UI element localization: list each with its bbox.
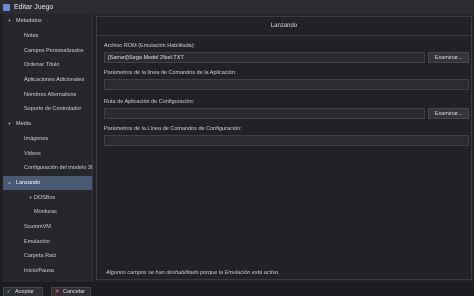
accept-button[interactable]: ✔ Aceptar xyxy=(3,287,43,296)
chevron-up-icon[interactable]: ▴ xyxy=(6,180,13,186)
sidebar-item-9[interactable]: Videos xyxy=(3,146,92,161)
accept-label: Aceptar xyxy=(15,289,34,295)
chevron-down-icon[interactable]: ▾ xyxy=(27,195,34,201)
check-icon: ✔ xyxy=(6,289,12,295)
rom-browse-button[interactable]: Examinar... xyxy=(428,52,469,63)
sidebar-item-label: Carpeta Raíz xyxy=(24,253,57,260)
sidebar-tree: ▾ Metadatos Notas Campos Personalizados Orde… xyxy=(3,14,93,282)
sidebar-item-16[interactable]: Carpeta Raíz xyxy=(3,249,92,264)
sidebar-item-label: Soporte de Controlador xyxy=(24,106,82,113)
sidebar-item-4[interactable]: Aplicaciones Adicionales xyxy=(3,73,92,88)
config-browse-button[interactable]: Examinar... xyxy=(428,108,469,119)
sidebar-item-3[interactable]: Ordenar Título xyxy=(3,58,92,73)
rom-file-value: [Sarran]\Sega Model 2\bel.TXT xyxy=(108,54,184,61)
sidebar-item-10[interactable]: Configuración del modelo 3D xyxy=(3,161,92,176)
sidebar-item-label: ScummVM xyxy=(24,223,51,230)
rom-file-label: Archivo ROM (Emulación Habilitada): xyxy=(104,43,196,49)
sidebar-item-label: Media xyxy=(16,121,31,128)
chevron-down-icon[interactable]: ▾ xyxy=(6,18,13,24)
sidebar-item-label: Lanzando xyxy=(16,179,41,186)
sidebar-item-label: Inicio/Pausa xyxy=(24,268,54,275)
app-params-label: Parámetros de la línea de Comandos de la… xyxy=(104,70,237,76)
app-icon xyxy=(3,3,10,11)
footer-bar: ✔ Aceptar ✖ Cancelar xyxy=(0,282,474,296)
chevron-down-icon[interactable]: ▾ xyxy=(6,121,13,127)
sidebar-item-17[interactable]: Inicio/Pausa xyxy=(3,264,92,279)
sidebar-item-6[interactable]: Soporte de Controlador xyxy=(3,102,92,117)
sidebar-item-label: Imágenes xyxy=(24,135,49,142)
rom-file-input[interactable]: [Sarran]\Sega Model 2\bel.TXT xyxy=(104,52,425,63)
sidebar-item-12[interactable]: ▾ DOSBox xyxy=(3,190,92,205)
config-params-label: Parámetros de la Línea de Comandos de Co… xyxy=(104,126,242,132)
sidebar-item-label: Ordenar Título xyxy=(24,62,60,69)
sidebar-item-label: Campos Personalizados xyxy=(24,47,84,54)
close-icon: ✖ xyxy=(54,289,60,295)
sidebar-item-0[interactable]: ▾ Metadatos xyxy=(3,14,92,29)
sidebar-item-label: Videos xyxy=(24,150,41,157)
disabled-fields-notice: Algunos campos se han deshabilitado porq… xyxy=(106,270,280,276)
cancel-button[interactable]: ✖ Cancelar xyxy=(51,287,91,296)
sidebar-item-label: Metadatos xyxy=(16,18,42,25)
sidebar-item-14[interactable]: ScummVM xyxy=(3,220,92,235)
panel-header: Lanzando xyxy=(97,17,471,36)
sidebar-item-15[interactable]: Emulación xyxy=(3,234,92,249)
sidebar-item-7[interactable]: ▾ Media xyxy=(3,117,92,132)
launching-panel: Lanzando Archivo ROM (Emulación Habilita… xyxy=(96,16,472,280)
sidebar-item-label: Notas xyxy=(24,33,39,40)
sidebar-item-label: Aplicaciones Adicionales xyxy=(24,77,85,84)
config-path-input[interactable] xyxy=(104,108,425,119)
sidebar-item-label: Emulación xyxy=(24,238,50,245)
sidebar-item-2[interactable]: Campos Personalizados xyxy=(3,43,92,58)
config-path-label: Ruta de Aplicación de Configuración: xyxy=(104,99,195,105)
config-params-input[interactable] xyxy=(104,135,469,146)
title-bar: Editar Juego xyxy=(0,0,474,14)
sidebar-item-11[interactable]: ▴ Lanzando xyxy=(3,175,92,191)
sidebar-item-8[interactable]: Imágenes xyxy=(3,132,92,147)
app-params-input[interactable] xyxy=(104,79,469,90)
cancel-label: Cancelar xyxy=(63,289,86,295)
window-title: Editar Juego xyxy=(14,3,54,11)
sidebar-item-1[interactable]: Notas xyxy=(3,29,92,44)
sidebar-item-5[interactable]: Nombres Alternativos xyxy=(3,87,92,102)
sidebar-item-label: DOSBox xyxy=(34,194,56,201)
sidebar-item-label: Monturas xyxy=(34,209,57,216)
sidebar-item-label: Nombres Alternativos xyxy=(24,91,77,98)
sidebar-item-13[interactable]: Monturas xyxy=(3,205,92,220)
sidebar-item-label: Configuración del modelo 3D xyxy=(24,165,93,172)
main-area: Lanzando Archivo ROM (Emulación Habilita… xyxy=(94,14,474,282)
